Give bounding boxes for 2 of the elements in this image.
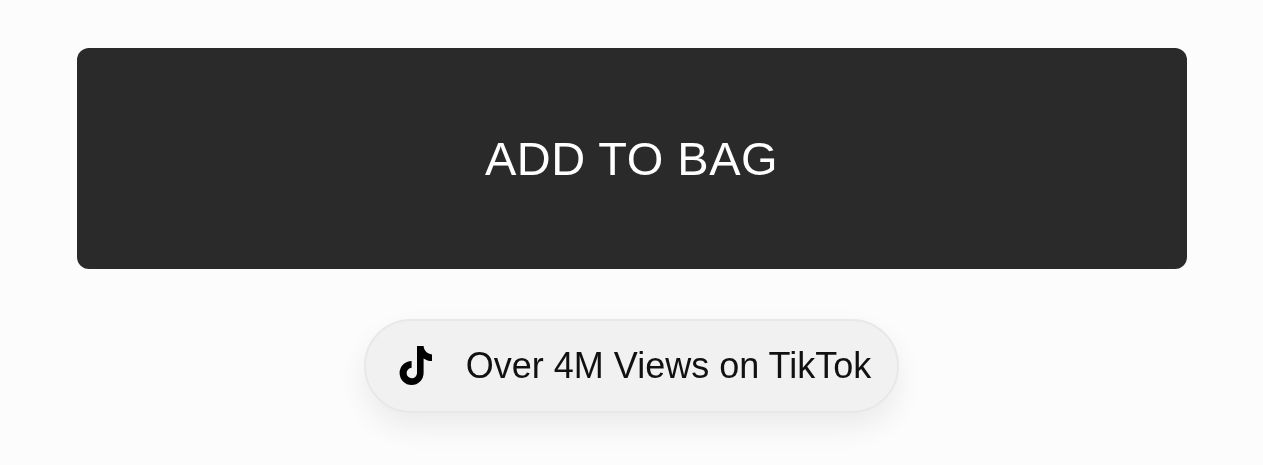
add-to-bag-button[interactable]: ADD TO BAG <box>76 48 1187 269</box>
views-text: Over 4M Views on TikTok <box>465 345 872 387</box>
